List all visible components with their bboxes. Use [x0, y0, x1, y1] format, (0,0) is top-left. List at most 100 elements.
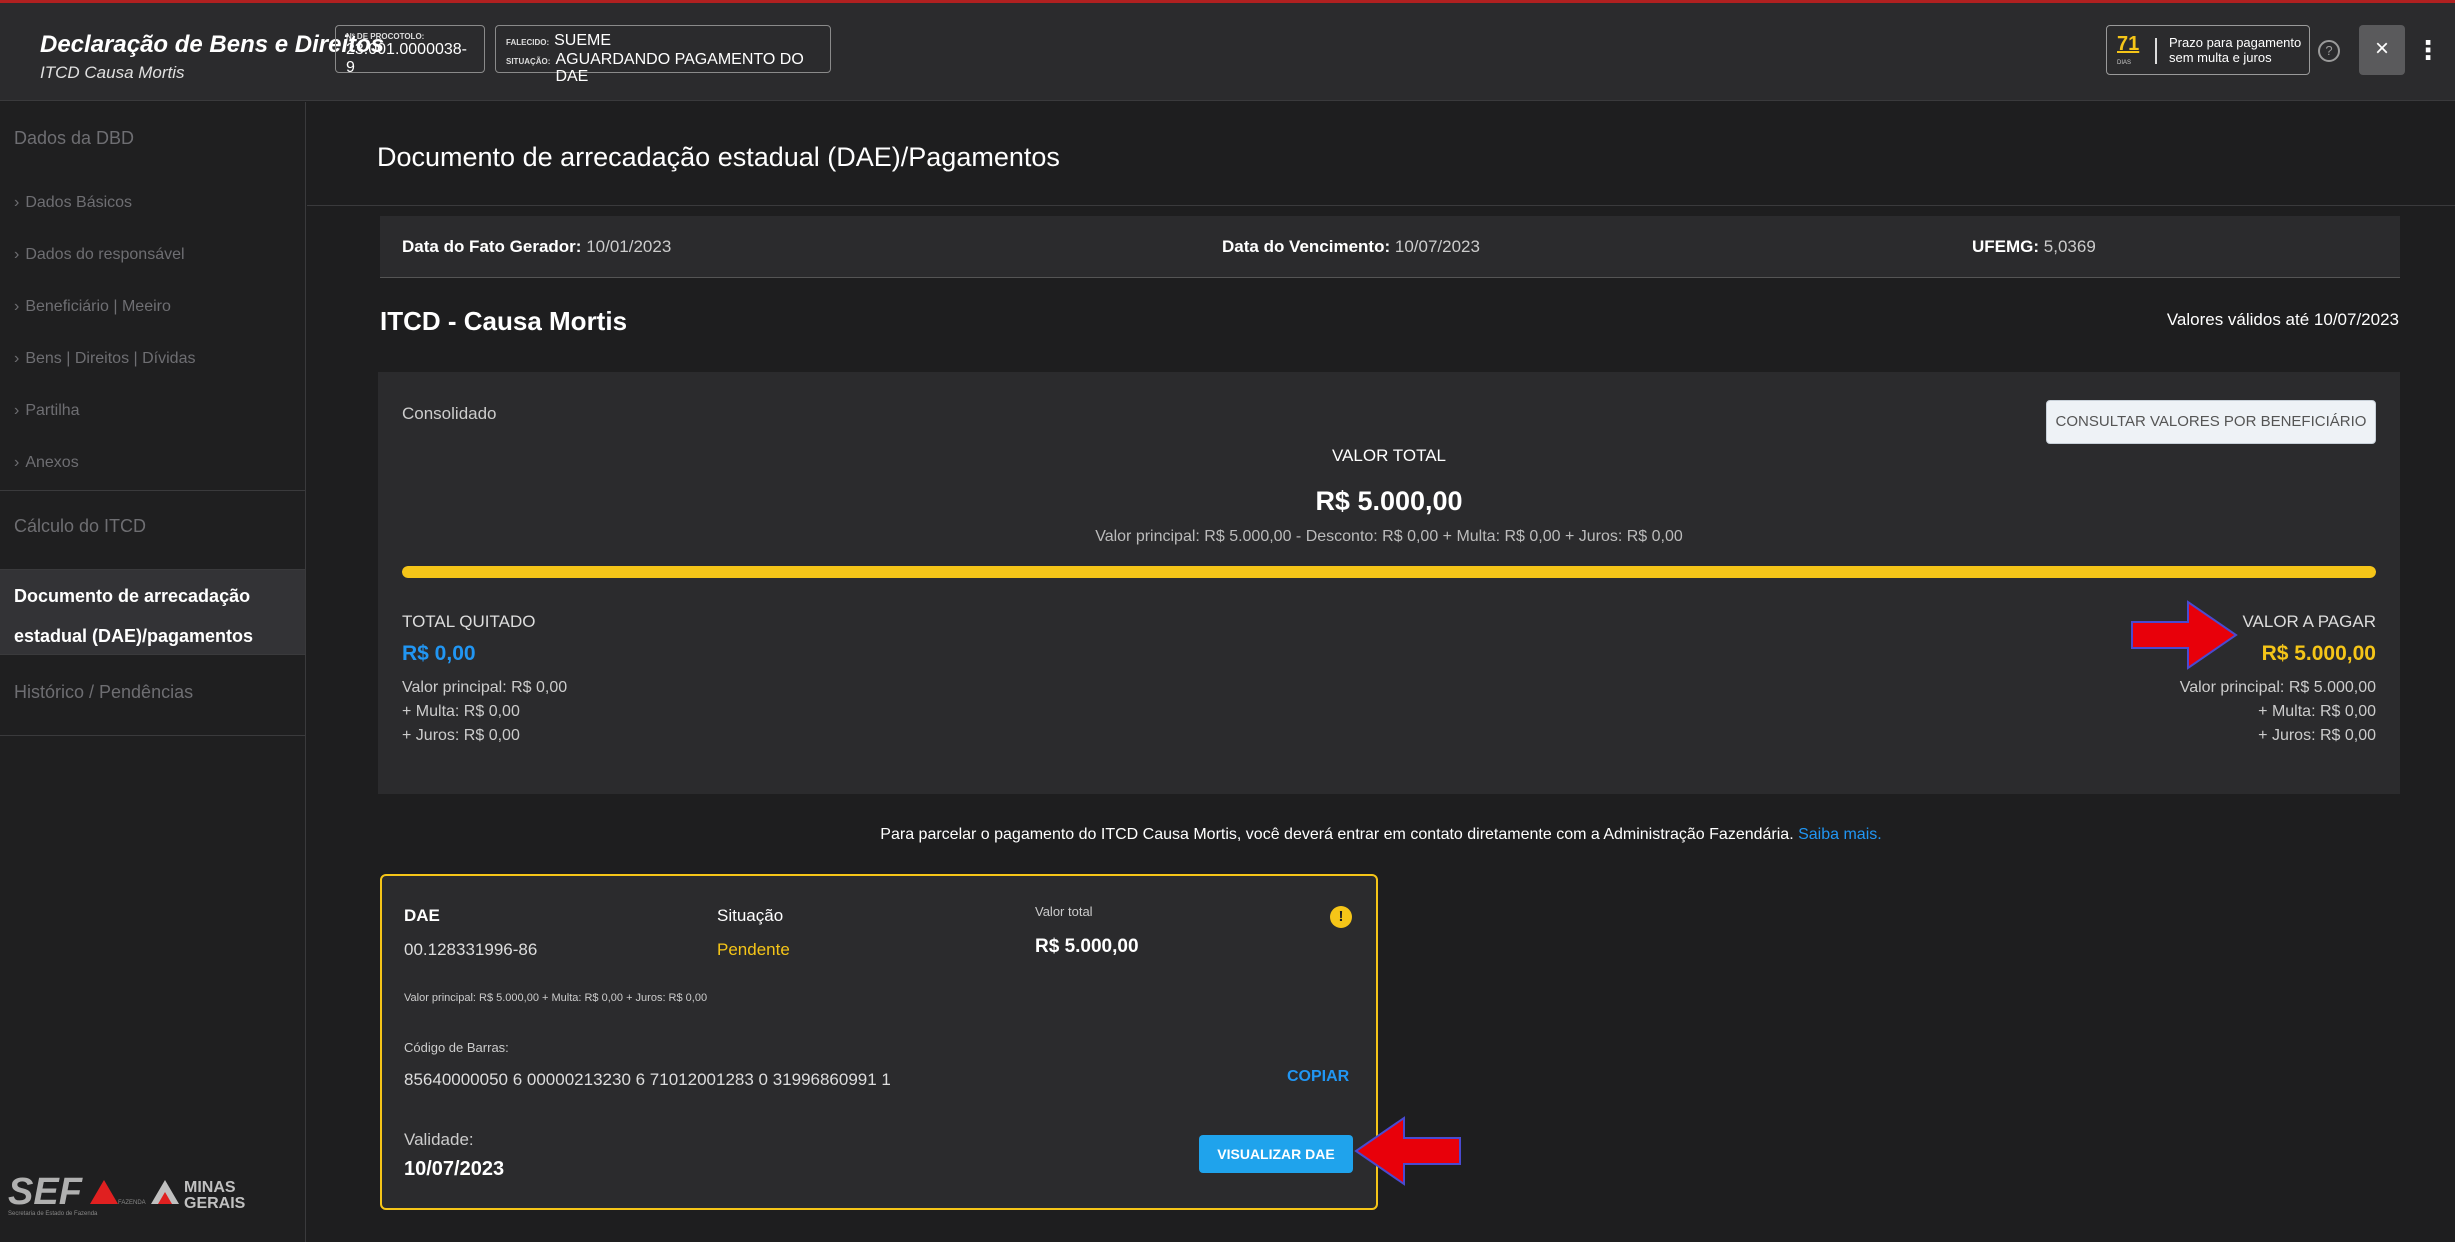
- valor-total-value: R$ 5.000,00: [1315, 486, 1463, 516]
- more-options-icon[interactable]: ⋮: [2415, 33, 2441, 69]
- total-quitado-breakdown: Valor principal: R$ 0,00 + Multa: R$ 0,0…: [402, 676, 567, 748]
- consultar-beneficiario-button[interactable]: CONSULTAR VALORES POR BENEFICIÁRIO: [2046, 400, 2376, 444]
- protocol-value: 23.001.0000038-9: [346, 41, 467, 76]
- dates-info-bar: Data do Fato Gerador: 10/01/2023 Data do…: [380, 216, 2400, 278]
- sidebar-item-label: Dados Básicos: [25, 194, 133, 211]
- codigo-barras-label: Código de Barras:: [404, 1040, 509, 1055]
- fato-gerador-info: Data do Fato Gerador: 10/01/2023: [402, 237, 671, 257]
- dae-detail: Valor principal: R$ 5.000,00 + Multa: R$…: [404, 992, 708, 1004]
- vp-principal: Valor principal: R$ 5.000,00: [2179, 679, 2376, 696]
- deadline-text: Prazo para pagamento sem multa e juros: [2169, 35, 2301, 65]
- dae-number: 00.128331996-86: [404, 940, 538, 959]
- sidebar-item-beneficiario[interactable]: › Beneficiário | Meeiro: [14, 298, 171, 316]
- valid-until-text: Valores válidos até 10/07/2023: [2166, 310, 2399, 329]
- falecido-label: FALECIDO:: [506, 38, 550, 47]
- vp-juros: + Juros: R$ 0,00: [2258, 727, 2376, 744]
- validade-label: Validade:: [404, 1130, 474, 1149]
- sidebar-item-dados-basicos[interactable]: › Dados Básicos: [14, 194, 132, 212]
- consolidado-label: Consolidado: [402, 404, 497, 423]
- logo-sef-text: SEF: [8, 1171, 84, 1213]
- situacao-label: Situação: [717, 906, 784, 925]
- valor-pagar-value: R$ 5.000,00: [2261, 642, 2376, 665]
- warning-icon: !: [1330, 906, 1352, 928]
- sidebar-divider: [0, 735, 305, 736]
- situacao-value: AGUARDANDO PAGAMENTO DO DAE: [555, 51, 804, 85]
- fato-gerador-label: Data do Fato Gerador:: [402, 237, 582, 256]
- dae-label: DAE: [404, 906, 440, 925]
- logo-sub-text: Secretaria de Estado de Fazenda: [8, 1211, 98, 1217]
- sidebar-section-historico[interactable]: Histórico / Pendências: [14, 682, 193, 703]
- validade-value: 10/07/2023: [404, 1158, 505, 1180]
- sidebar-divider: [0, 654, 305, 655]
- page-title: Documento de arrecadação estadual (DAE)/…: [377, 142, 1060, 172]
- vp-multa: + Multa: R$ 0,00: [2258, 703, 2376, 720]
- consolidado-panel: Consolidado CONSULTAR VALORES POR BENEFI…: [378, 372, 2400, 794]
- fato-gerador-value: 10/01/2023: [586, 237, 672, 256]
- sidebar-item-label: Anexos: [25, 454, 79, 471]
- tq-juros: + Juros: R$ 0,00: [402, 727, 520, 744]
- payment-progress-bar: [402, 566, 2376, 578]
- sidebar-item-label: Dados do responsável: [25, 246, 185, 263]
- red-arrow-annotation-icon: [2131, 600, 2238, 670]
- sidebar-active-label: Documento de arrecadação estadual (DAE)/…: [14, 576, 253, 656]
- sidebar-item-dados-responsavel[interactable]: › Dados do responsável: [14, 246, 185, 264]
- deadline-days-unit: DIAS: [2117, 60, 2132, 66]
- close-button[interactable]: ×: [2359, 25, 2405, 75]
- copiar-button[interactable]: COPIAR: [1287, 1068, 1349, 1086]
- status-box: FALECIDO: SUEME SITUAÇÃO: AGUARDANDO PAG…: [495, 25, 831, 85]
- sidebar-item-anexos[interactable]: › Anexos: [14, 454, 79, 472]
- sidebar-section-calculo[interactable]: Cálculo do ITCD: [14, 516, 146, 537]
- tq-multa: + Multa: R$ 0,00: [402, 703, 520, 720]
- app-subtitle: ITCD Causa Mortis: [40, 63, 185, 82]
- deadline-text-line2: sem multa e juros: [2169, 50, 2272, 65]
- logo-gerais-text: GERAIS: [184, 1195, 246, 1212]
- valor-total-detail: Valor principal: R$ 5.000,00 - Desconto:…: [1095, 528, 1683, 545]
- sidebar-item-partilha[interactable]: › Partilha: [14, 402, 80, 420]
- status-badge: Pendente: [717, 940, 790, 959]
- sidebar: Dados da DBD › Dados Básicos › Dados do re…: [0, 102, 306, 1242]
- dae-valor-total-label: Valor total: [1035, 904, 1093, 919]
- deadline-text-line1: Prazo para pagamento: [2169, 35, 2302, 50]
- sidebar-item-label: Bens | Direitos | Dívidas: [25, 350, 196, 367]
- protocol-label: Nº DE PROCOTOLO:: [346, 32, 425, 41]
- logo-fazenda-text: FAZENDA: [118, 1200, 146, 1206]
- chevron-right-icon: ›: [14, 246, 20, 263]
- chevron-right-icon: ›: [14, 194, 20, 211]
- sidebar-active-line2: estadual (DAE)/pagamentos: [14, 626, 254, 646]
- vencimento-label: Data do Vencimento:: [1222, 237, 1391, 256]
- valor-pagar-breakdown: Valor principal: R$ 5.000,00 + Multa: R$…: [2180, 676, 2376, 748]
- chevron-right-icon: ›: [14, 402, 20, 419]
- chevron-right-icon: ›: [14, 350, 20, 367]
- situacao-label: SITUAÇÃO:: [506, 57, 551, 66]
- dae-card: DAE 00.128331996-86 Situação Pendente Va…: [380, 874, 1378, 1210]
- ufemg-label: UFEMG:: [1972, 237, 2040, 256]
- main-divider: [307, 205, 2455, 206]
- chevron-right-icon: ›: [14, 454, 20, 471]
- dae-valor-total: R$ 5.000,00: [1035, 936, 1139, 957]
- tq-principal: Valor principal: R$ 0,00: [402, 679, 568, 696]
- total-quitado-label: TOTAL QUITADO: [402, 612, 536, 631]
- chevron-right-icon: ›: [14, 298, 20, 315]
- vencimento-value: 10/07/2023: [1394, 237, 1480, 256]
- ufemg-value: 5,0369: [2043, 237, 2096, 256]
- valor-total-label: VALOR TOTAL: [1331, 446, 1446, 465]
- payment-deadline-box: 71 DIAS Prazo para pagamento sem multa e…: [2106, 25, 2310, 75]
- vencimento-info: Data do Vencimento: 10/07/2023: [1222, 237, 1480, 257]
- codigo-barras-value: 85640000050 6 00000213230 6 71012001283 …: [404, 1070, 891, 1089]
- total-quitado-value: R$ 0,00: [402, 642, 476, 665]
- sidebar-item-label: Beneficiário | Meeiro: [25, 298, 171, 315]
- falecido-value: SUEME: [554, 32, 612, 49]
- visualizar-dae-button[interactable]: VISUALIZAR DAE: [1199, 1135, 1353, 1173]
- section-title: ITCD - Causa Mortis: [380, 306, 628, 336]
- parcelar-text: Para parcelar o pagamento do ITCD Causa …: [880, 826, 1794, 843]
- help-icon[interactable]: ?: [2318, 40, 2340, 62]
- logo-triangle-red: [90, 1180, 118, 1204]
- sidebar-item-bens[interactable]: › Bens | Direitos | Dívidas: [14, 350, 195, 368]
- deadline-separator: [2155, 38, 2159, 64]
- payment-progress-fill: [402, 566, 2376, 578]
- valor-pagar-label: VALOR A PAGAR: [2242, 612, 2376, 631]
- logo-minas-text: MINAS: [184, 1179, 236, 1196]
- saiba-mais-link[interactable]: Saiba mais.: [1798, 826, 1882, 843]
- sidebar-section-dados-dbd[interactable]: Dados da DBD: [14, 128, 134, 149]
- sidebar-divider: [0, 490, 305, 491]
